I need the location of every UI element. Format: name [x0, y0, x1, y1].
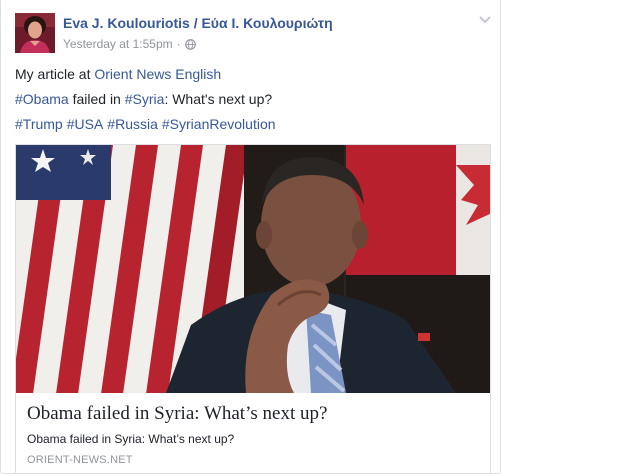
post-text-mid: failed in: [68, 91, 125, 107]
feed-post: Eva J. Koulouriotis / Εύα Ι. Κουλουριώτη…: [0, 0, 501, 474]
avatar-image: [15, 13, 55, 53]
post-text-line-1: My article at Orient News English: [15, 66, 221, 82]
post-meta: Yesterday at 1:55pm ·: [63, 37, 196, 51]
post-text-line-2: #Obama failed in #Syria: What's next up?: [15, 91, 272, 107]
meta-separator: ·: [176, 37, 181, 51]
orient-news-link[interactable]: Orient News English: [94, 66, 221, 82]
post-text-prefix: My article at: [15, 66, 95, 82]
globe-icon[interactable]: [184, 38, 196, 50]
post-timestamp[interactable]: Yesterday at 1:55pm: [63, 37, 173, 51]
link-preview-card[interactable]: Obama failed in Syria: What’s next up? O…: [15, 144, 491, 474]
hashtag-usa[interactable]: #USA: [67, 116, 104, 132]
hashtag-obama[interactable]: #Obama: [15, 91, 69, 107]
post-hashtags: #Trump #USA #Russia #SyrianRevolution: [15, 116, 276, 132]
author-avatar[interactable]: [15, 13, 55, 53]
hashtag-russia[interactable]: #Russia: [107, 116, 158, 132]
link-preview-domain: ORIENT-NEWS.NET: [27, 454, 133, 466]
post-text-suffix: : What's next up?: [164, 91, 273, 107]
link-preview-image: [16, 145, 490, 393]
link-preview-description: Obama failed in Syria: What’s next up?: [27, 432, 235, 446]
hashtag-syrianrevolution[interactable]: #SyrianRevolution: [162, 116, 276, 132]
link-preview-title[interactable]: Obama failed in Syria: What’s next up?: [27, 403, 327, 425]
hashtag-trump[interactable]: #Trump: [15, 116, 63, 132]
chevron-down-icon[interactable]: [479, 15, 491, 25]
hashtag-syria[interactable]: #Syria: [125, 91, 165, 107]
author-name[interactable]: Eva J. Koulouriotis / Εύα Ι. Κουλουριώτη: [63, 15, 333, 31]
